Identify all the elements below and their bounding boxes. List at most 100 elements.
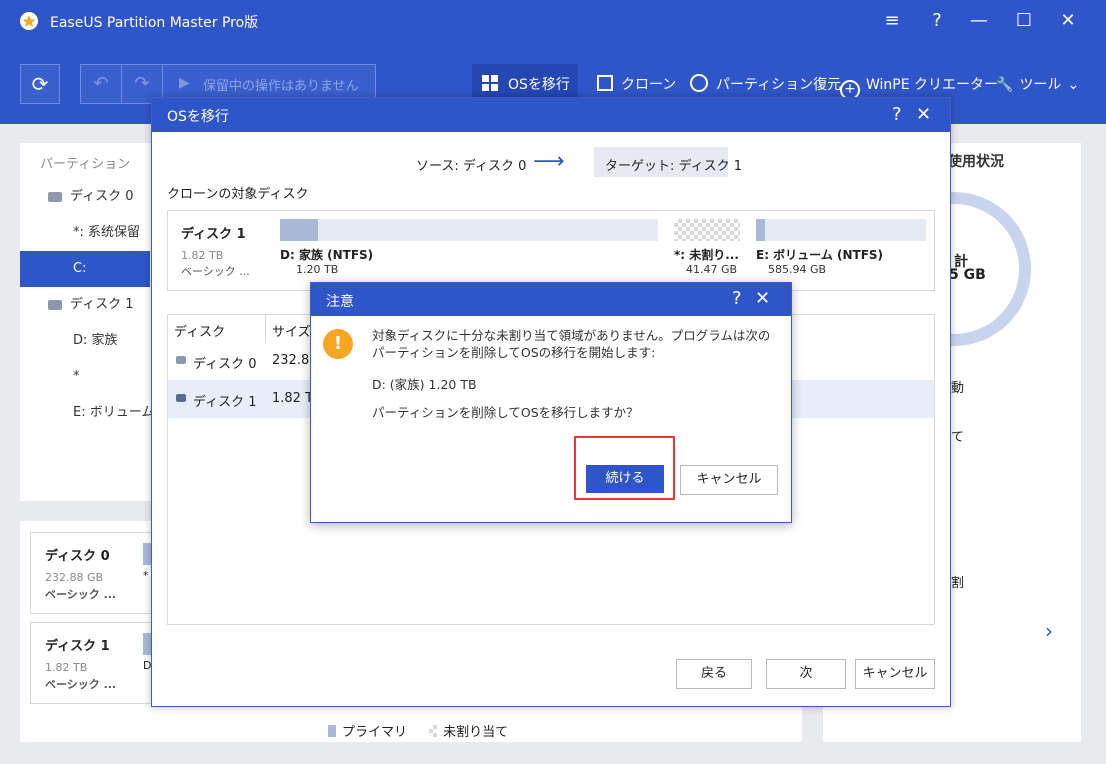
nav-partition-system[interactable]: *: 系统保留 <box>20 215 150 251</box>
usage-total-2: 5 GB <box>949 267 986 283</box>
op-move-fragment[interactable]: 動 <box>951 377 964 396</box>
disk-card-0-name: ディスク 0 <box>45 549 110 564</box>
legend-primary-swatch <box>328 725 336 737</box>
nav-partition-c[interactable]: C: <box>20 251 150 287</box>
close-button[interactable]: ✕ <box>1055 8 1081 34</box>
winpe-label: WinPE クリエーター <box>866 77 999 93</box>
recovery-label: パーティション復元 <box>716 77 842 93</box>
partition-unallocated-size: 41.47 GB <box>686 263 738 276</box>
disk-card-1-bar <box>143 633 151 655</box>
chevron-right-icon[interactable]: › <box>1045 619 1053 643</box>
disk-card-0-bar <box>143 543 151 565</box>
continue-button[interactable]: 続ける <box>586 465 664 493</box>
pending-label: 保留中の操作はありません <box>203 79 359 94</box>
target-disk-size: 1.82 TB <box>181 249 224 262</box>
app-title: EaseUS Partition Master Pro版 <box>50 15 259 31</box>
disk-card-1-kind: ベーシック ... <box>45 678 117 691</box>
next-button[interactable]: 次 <box>766 659 846 689</box>
source-label: ソース: ディスク 0 <box>416 159 527 174</box>
partition-d-size: 1.20 TB <box>296 263 339 276</box>
partition-e-bar-fill <box>756 219 765 241</box>
disk-icon <box>176 356 186 364</box>
nav-disk-0[interactable]: ディスク 0 <box>20 179 150 215</box>
pie-icon <box>690 74 708 92</box>
warning-dialog-title: 注意 <box>326 294 354 310</box>
partition-panel-header: パーティション <box>40 157 131 172</box>
migrate-os-label: OSを移行 <box>508 77 570 93</box>
nav-partition-d-label: D: 家族 <box>73 333 118 348</box>
refresh-button[interactable]: ⟳ <box>20 64 60 104</box>
disk-card-0[interactable]: ディスク 0 232.88 GB ベーシック ... * <box>30 532 154 614</box>
disk-card-1-name: ディスク 1 <box>45 639 110 654</box>
nav-partition-d[interactable]: D: 家族 <box>20 323 150 359</box>
help-icon[interactable]: ? <box>732 288 742 309</box>
nav-partition-c-label: C: <box>73 261 87 276</box>
legend-unallocated-label: 未割り当て <box>443 725 509 740</box>
op-split-fragment[interactable]: 割 <box>951 572 964 591</box>
partition-recovery-tab[interactable]: パーティション復元 <box>690 74 841 94</box>
help-icon[interactable]: ? <box>892 104 902 125</box>
nav-partition-unallocated-label: * <box>73 369 80 384</box>
column-header-size[interactable]: サイズ <box>272 321 311 340</box>
nav-partition-e[interactable]: E: ボリューム <box>20 395 154 431</box>
disk-card-1-size: 1.82 TB <box>45 661 88 674</box>
legend-unallocated-swatch <box>429 725 438 737</box>
close-icon[interactable]: ✕ <box>916 104 931 125</box>
menu-icon[interactable]: ≡ <box>879 8 905 34</box>
nav-partition-e-label: E: ボリューム <box>73 405 155 420</box>
warning-dialog: 注意 ? ✕ ! 対象ディスクに十分な未割り当て領域がありません。プログラムは次… <box>310 282 792 523</box>
warning-icon: ! <box>323 329 353 359</box>
warning-question: パーティションを削除してOSを移行しますか？ <box>372 405 639 420</box>
warning-message: 対象ディスクに十分な未割り当て領域がありません。プログラムは次のパーティションを… <box>372 328 771 360</box>
op-fragment-2[interactable]: て <box>951 426 964 445</box>
maximize-button[interactable]: ☐ <box>1011 8 1037 34</box>
column-header-disk[interactable]: ディスク <box>174 321 225 340</box>
disk-card-0-kind: ベーシック ... <box>45 588 117 601</box>
nav-disk-0-label: ディスク 0 <box>70 189 134 204</box>
partition-unallocated-bar <box>674 219 740 241</box>
minimize-button[interactable]: — <box>966 8 992 34</box>
warning-partition: D: (家族) 1.20 TB <box>372 377 477 392</box>
close-icon[interactable]: ✕ <box>755 288 770 309</box>
column-divider <box>265 315 266 343</box>
target-disk-name: ディスク 1 <box>181 227 246 242</box>
nav-partition-unallocated[interactable]: * <box>20 359 150 395</box>
nav-disk-1[interactable]: ディスク 1 <box>20 287 150 323</box>
arrow-right-icon: ⟶ <box>533 149 565 174</box>
clone-tab[interactable]: クローン <box>597 74 676 94</box>
partition-e-size: 585.94 GB <box>768 263 827 276</box>
tools-menu[interactable]: 🔧 ツール ⌄ <box>996 74 1079 94</box>
cancel-button[interactable]: キャンセル <box>855 659 935 689</box>
clone-label: クローン <box>621 77 677 93</box>
partition-unallocated-name: *: 未割り... <box>674 248 739 262</box>
disk-icon <box>176 394 186 402</box>
row-disk-name: ディスク 0 <box>193 357 257 372</box>
nav-disk-1-label: ディスク 1 <box>70 297 134 312</box>
partition-d-name: D: 家族 (NTFS) <box>280 248 374 262</box>
clone-icon <box>597 75 613 91</box>
play-icon: ▶ <box>179 75 190 91</box>
app-logo-icon <box>20 12 38 30</box>
help-icon[interactable]: ? <box>924 8 950 34</box>
chevron-down-icon: ⌄ <box>1067 77 1080 93</box>
clone-target-label: クローンの対象ディスク <box>167 187 309 202</box>
back-button[interactable]: 戻る <box>676 659 752 689</box>
warning-cancel-button[interactable]: キャンセル <box>680 465 778 495</box>
migrate-os-dialog-header: OSを移行 ? ✕ <box>152 98 950 132</box>
nav-partition-system-label: *: 系统保留 <box>73 225 141 240</box>
disk-card-1[interactable]: ディスク 1 1.82 TB ベーシック ... D <box>30 622 154 704</box>
warning-icon-glyph: ! <box>333 333 343 354</box>
partition-d-bar-fill <box>280 219 318 241</box>
target-label: ターゲット: ディスク 1 <box>594 147 742 177</box>
wrench-icon: 🔧 <box>996 77 1014 93</box>
target-disk-kind: ベーシック ... <box>181 265 250 278</box>
undo-button[interactable]: ↶ <box>80 64 122 104</box>
migrate-os-dialog-title: OSを移行 <box>167 109 229 125</box>
partition-e-bar <box>756 219 926 241</box>
title-bar: EaseUS Partition Master Pro版 ≡ ? — ☐ ✕ <box>0 0 1106 42</box>
row-disk-name: ディスク 1 <box>193 395 257 410</box>
legend-primary-label: プライマリ <box>342 725 408 740</box>
target-disk-row[interactable]: ディスク 1 1.82 TB ベーシック ... D: 家族 (NTFS) 1.… <box>167 210 935 291</box>
partition-d-bar <box>280 219 658 241</box>
disk-card-0-size: 232.88 GB <box>45 571 104 584</box>
